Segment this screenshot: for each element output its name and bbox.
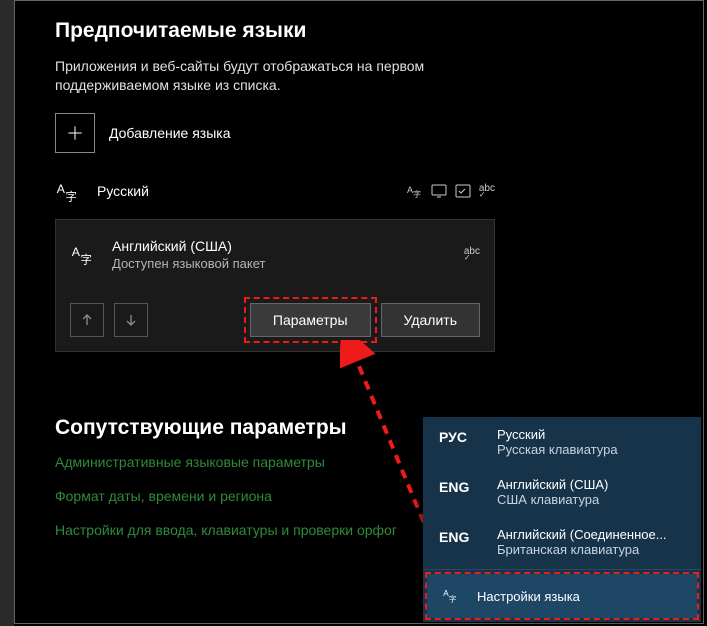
spellcheck-icon: abc (464, 246, 480, 262)
language-feature-badges: A字 abc (407, 183, 495, 199)
flyout-lang-code: ENG (439, 477, 483, 495)
spellcheck-icon: abc (479, 183, 495, 199)
add-language-label: Добавление языка (109, 125, 231, 141)
flyout-lang-name: Английский (США) (497, 477, 687, 492)
language-name: Русский (97, 183, 407, 199)
annotation-highlight-flyout-settings: A 字 Настройки языка (425, 572, 699, 620)
flyout-keyboard-name: Русская клавиатура (497, 442, 687, 457)
flyout-settings-label: Настройки языка (477, 589, 580, 604)
flyout-item-eng-uk[interactable]: ENG Английский (Соединенное... Британска… (423, 517, 701, 567)
text-to-speech-icon: A字 (407, 183, 423, 199)
svg-text:A: A (72, 245, 81, 259)
svg-text:字: 字 (413, 189, 421, 199)
flyout-keyboard-name: Британская клавиатура (497, 542, 687, 557)
display-icon (431, 183, 447, 199)
window-chrome-strip (0, 0, 14, 626)
flyout-lang-name: Английский (Соединенное... (497, 527, 687, 542)
svg-text:字: 字 (81, 253, 92, 267)
language-item-english-expanded: A 字 Английский (США) Доступен языковой п… (55, 219, 495, 352)
move-up-button[interactable] (70, 303, 104, 337)
language-glyph-icon: A 字 (441, 586, 463, 606)
add-language-row[interactable]: Добавление языка (55, 113, 703, 153)
language-glyph-icon: A 字 (70, 240, 98, 268)
language-switcher-flyout: РУС Русский Русская клавиатура ENG Англи… (423, 417, 701, 622)
flyout-item-rus[interactable]: РУС Русский Русская клавиатура (423, 417, 701, 467)
language-item-russian[interactable]: A 字 Русский A字 abc (55, 173, 495, 209)
language-glyph-icon: A 字 (55, 177, 83, 205)
flyout-lang-name: Русский (497, 427, 687, 442)
remove-button[interactable]: Удалить (381, 303, 480, 337)
options-button[interactable]: Параметры (250, 303, 371, 337)
language-feature-badges: abc (464, 246, 480, 262)
flyout-separator (423, 569, 701, 570)
language-subtext: Доступен языковой пакет (112, 256, 464, 271)
svg-text:字: 字 (66, 189, 77, 203)
language-card-actions: Параметры Удалить (70, 303, 480, 337)
preferred-languages-description: Приложения и веб-сайты будут отображатьс… (55, 57, 485, 95)
svg-text:A: A (57, 182, 66, 196)
handwriting-icon (455, 183, 471, 199)
preferred-languages-heading: Предпочитаемые языки (55, 19, 703, 43)
flyout-lang-code: РУС (439, 427, 483, 445)
move-down-button[interactable] (114, 303, 148, 337)
language-name: Английский (США) (112, 238, 464, 254)
flyout-language-settings[interactable]: A 字 Настройки языка (427, 574, 697, 618)
annotation-highlight-options: Параметры (244, 297, 377, 343)
flyout-lang-code: ENG (439, 527, 483, 545)
flyout-keyboard-name: США клавиатура (497, 492, 687, 507)
language-item-english[interactable]: A 字 Английский (США) Доступен языковой п… (70, 234, 480, 275)
plus-icon (55, 113, 95, 153)
flyout-item-eng-us[interactable]: ENG Английский (США) США клавиатура (423, 467, 701, 517)
svg-text:字: 字 (449, 594, 457, 604)
